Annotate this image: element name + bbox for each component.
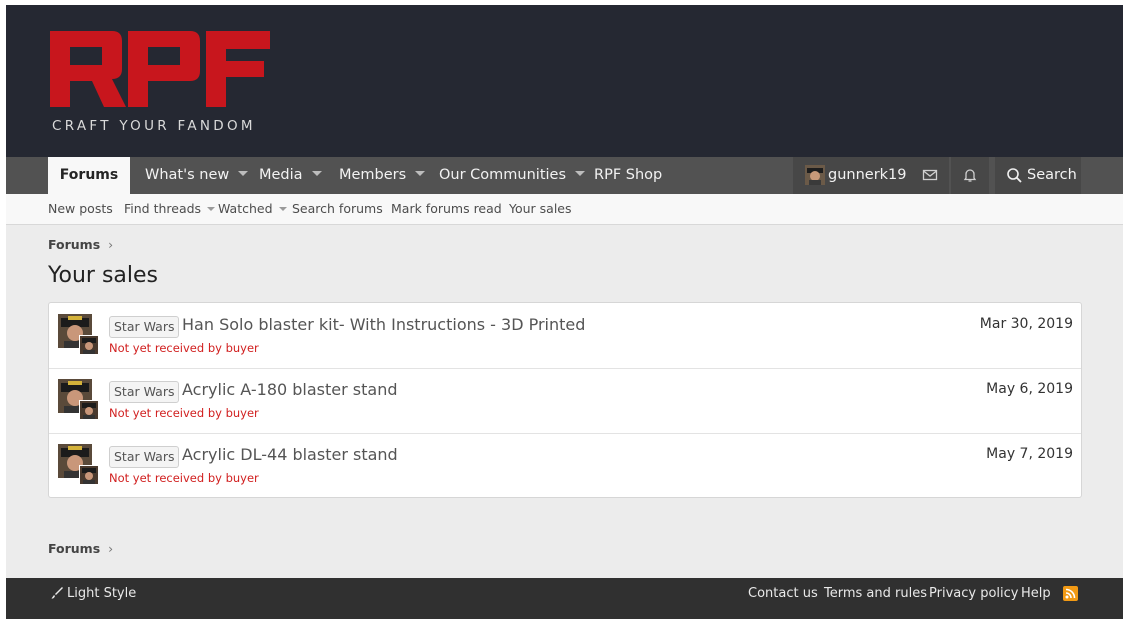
- nav-tab-label: Media: [259, 167, 303, 183]
- site-logo[interactable]: [50, 31, 272, 113]
- nav-tab-our-communities[interactable]: Our Communities: [439, 157, 586, 194]
- search-icon: [1007, 168, 1022, 183]
- search-label: Search: [1027, 167, 1077, 183]
- sale-row: Star Wars Han Solo blaster kit- With Ins…: [49, 303, 1081, 369]
- breadcrumb-bottom: Forums ›: [48, 541, 113, 556]
- sale-title[interactable]: Han Solo blaster kit- With Instructions …: [182, 315, 585, 334]
- alerts-button[interactable]: [951, 157, 989, 194]
- buyer-avatar-icon[interactable]: [79, 335, 99, 355]
- rss-glyph: [1065, 588, 1076, 599]
- account-menu[interactable]: gunnerk19: [793, 157, 911, 194]
- sale-status: Not yet received by buyer: [109, 341, 259, 355]
- breadcrumb: Forums ›: [48, 237, 113, 252]
- chevron-down-icon[interactable]: [238, 170, 249, 176]
- sale-title[interactable]: Acrylic A-180 blaster stand: [182, 380, 398, 399]
- nav-tab-forums[interactable]: Forums: [48, 157, 130, 194]
- sale-title[interactable]: Acrylic DL-44 blaster stand: [182, 445, 398, 464]
- nav-tab-whats-new[interactable]: What's new: [145, 157, 249, 194]
- subnav-your-sales[interactable]: Your sales: [509, 194, 572, 224]
- subnav-label: Find threads: [124, 201, 202, 216]
- paint-brush-icon: [51, 587, 63, 599]
- chevron-right-icon: ›: [108, 541, 114, 556]
- nav-tab-label: What's new: [145, 167, 230, 183]
- sale-row: Star Wars Acrylic DL-44 blaster stand No…: [49, 433, 1081, 498]
- site-tagline: CRAFT YOUR FANDOM: [52, 118, 256, 134]
- style-label: Light Style: [67, 586, 137, 601]
- chevron-down-icon[interactable]: [278, 206, 287, 211]
- nav-tab-label: Members: [339, 167, 407, 183]
- buyer-avatar-icon[interactable]: [79, 400, 99, 420]
- subnav-new-posts[interactable]: New posts: [48, 194, 113, 224]
- envelope-icon: [922, 169, 938, 181]
- site-footer: Light Style Contact us Terms and rules P…: [6, 578, 1123, 619]
- chevron-down-icon[interactable]: [575, 170, 586, 176]
- sale-date: May 7, 2019: [986, 446, 1073, 462]
- buyer-avatar-icon[interactable]: [79, 465, 99, 485]
- sale-status: Not yet received by buyer: [109, 471, 259, 485]
- nav-tab-members[interactable]: Members: [339, 157, 426, 194]
- username: gunnerk19: [828, 167, 907, 183]
- chevron-right-icon: ›: [108, 237, 114, 252]
- nav-tab-media[interactable]: Media: [259, 157, 322, 194]
- sales-list: Star Wars Han Solo blaster kit- With Ins…: [48, 302, 1082, 498]
- main-nav: Forums What's new Media Members Our Comm…: [6, 157, 1123, 194]
- sub-nav: New posts Find threads Watched Search fo…: [6, 194, 1123, 225]
- category-prefix[interactable]: Star Wars: [109, 316, 180, 338]
- search-button[interactable]: Search: [995, 157, 1081, 194]
- user-avatar-icon: [805, 165, 825, 185]
- sale-row: Star Wars Acrylic A-180 blaster stand No…: [49, 368, 1081, 434]
- rpf-logo-icon: [50, 31, 270, 107]
- sale-date: May 6, 2019: [986, 381, 1073, 397]
- subnav-mark-forums-read[interactable]: Mark forums read: [391, 194, 502, 224]
- site-header: CRAFT YOUR FANDOM: [6, 5, 1123, 157]
- category-prefix[interactable]: Star Wars: [109, 446, 180, 468]
- subnav-label: Watched: [218, 201, 273, 216]
- rss-icon[interactable]: [1063, 586, 1078, 601]
- chevron-down-icon[interactable]: [207, 206, 216, 211]
- subnav-find-threads[interactable]: Find threads: [124, 194, 216, 224]
- style-chooser[interactable]: Light Style: [51, 578, 136, 609]
- footer-link-help[interactable]: Help: [1021, 578, 1051, 609]
- subnav-search-forums[interactable]: Search forums: [292, 194, 383, 224]
- bell-icon: [963, 169, 977, 182]
- chevron-down-icon[interactable]: [311, 170, 322, 176]
- nav-tab-rpf-shop[interactable]: RPF Shop: [594, 157, 662, 194]
- subnav-watched[interactable]: Watched: [218, 194, 287, 224]
- nav-tab-label: Our Communities: [439, 167, 567, 183]
- page: CRAFT YOUR FANDOM Forums What's new Medi…: [6, 5, 1123, 619]
- sale-status: Not yet received by buyer: [109, 406, 259, 420]
- inbox-button[interactable]: [911, 157, 949, 194]
- breadcrumb-forums[interactable]: Forums: [48, 237, 100, 252]
- page-title: Your sales: [48, 263, 159, 288]
- footer-link-terms[interactable]: Terms and rules: [824, 578, 927, 609]
- footer-link-contact-us[interactable]: Contact us: [748, 578, 818, 609]
- sale-date: Mar 30, 2019: [979, 316, 1073, 332]
- footer-link-privacy[interactable]: Privacy policy: [929, 578, 1018, 609]
- breadcrumb-forums[interactable]: Forums: [48, 541, 100, 556]
- category-prefix[interactable]: Star Wars: [109, 381, 180, 403]
- chevron-down-icon[interactable]: [415, 170, 426, 176]
